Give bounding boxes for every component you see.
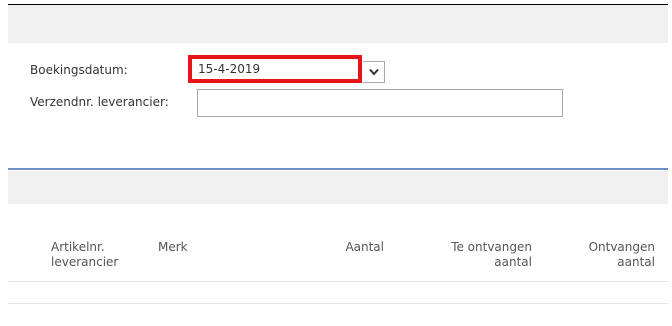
lines-table: Artikelnr. leverancier Merk Aantal Te on… bbox=[8, 204, 668, 325]
posting-form: Boekingsdatum: 15-4-2019 Verzendnr. leve… bbox=[8, 43, 668, 171]
column-header-qty-to-receive[interactable]: Te ontvangen aantal bbox=[406, 240, 532, 270]
posting-date-value: 15-4-2019 bbox=[198, 62, 261, 76]
header-strip bbox=[8, 5, 668, 43]
posting-date-label: Boekingsdatum: bbox=[30, 63, 128, 77]
column-header-brand[interactable]: Merk bbox=[158, 240, 188, 255]
vendor-shipment-input[interactable] bbox=[197, 89, 563, 117]
date-dropdown-button[interactable] bbox=[363, 61, 385, 83]
column-header-quantity[interactable]: Aantal bbox=[328, 240, 384, 255]
section-divider bbox=[8, 168, 668, 170]
posting-date-input[interactable]: 15-4-2019 bbox=[188, 55, 362, 83]
vendor-shipment-label: Verzendnr. leverancier: bbox=[30, 95, 169, 109]
column-header-qty-received[interactable]: Ontvangen aantal bbox=[563, 240, 655, 270]
table-row-divider bbox=[8, 281, 668, 282]
chevron-down-icon bbox=[368, 68, 379, 76]
table-row-divider bbox=[8, 303, 668, 304]
page-frame: Boekingsdatum: 15-4-2019 Verzendnr. leve… bbox=[8, 4, 668, 325]
lines-toolbar-band bbox=[8, 171, 668, 204]
column-header-vendor-item-no[interactable]: Artikelnr. leverancier bbox=[51, 240, 118, 270]
